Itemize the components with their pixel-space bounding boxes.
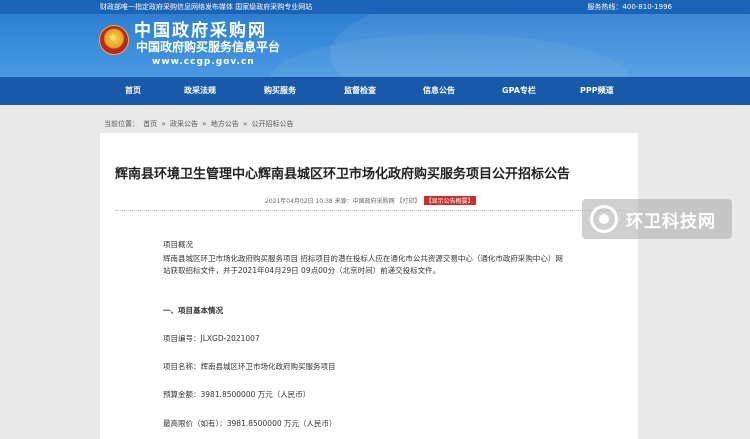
breadcrumb-separator: » — [202, 120, 207, 128]
budget-amount: 预算金额：3981.8500000 万元（人民币） — [163, 390, 311, 399]
article-meta: 2021年04月02日 10:38 来源：中国政府采购网 【打印】 【显示公告概要… — [265, 196, 476, 205]
breadcrumb-open-tender[interactable]: 公开招标公告 — [252, 120, 294, 128]
divider — [115, 210, 623, 211]
breadcrumb-label: 当前位置： — [104, 120, 139, 128]
top-info-bar: 财政部唯一指定政府采购信息网络发布媒体 国家级政府采购专业网站 服务热线：400… — [0, 0, 750, 14]
national-emblem-icon: ★ — [99, 25, 129, 55]
site-url: www.ccgp.gov.cn — [152, 57, 255, 67]
article-title: 辉南县环境卫生管理中心辉南县城区环卫市场化政府购买服务项目公开招标公告 — [115, 167, 571, 182]
breadcrumb-separator: » — [243, 120, 248, 128]
section-project-basics: 一、项目基本情况 — [163, 306, 223, 315]
nav-regulations[interactable]: 政采法规 — [184, 77, 216, 105]
site-title[interactable]: 中国政府采购网 — [134, 22, 267, 40]
nav-purchase-services[interactable]: 购买服务 — [264, 77, 296, 105]
nav-ppp[interactable]: PPP频道 — [580, 77, 614, 105]
main-nav: 首页 政采法规 购买服务 监督检查 信息公告 GPA专栏 PPP频道 — [0, 77, 750, 105]
service-hotline: 服务热线：400-810-1996 — [587, 3, 672, 11]
max-price: 最高限价（如有）：3981.8500000 万元（人民币） — [163, 419, 337, 428]
breadcrumb-separator: » — [161, 120, 166, 128]
watermark-text: 环卫科技网 — [626, 212, 716, 232]
watermark-logo-icon — [590, 205, 618, 233]
breadcrumb-home[interactable]: 首页 — [143, 120, 157, 128]
article-card: 辉南县环境卫生管理中心辉南县城区环卫市场化政府购买服务项目公开招标公告 2021… — [100, 133, 638, 439]
breadcrumb-procurement-notices[interactable]: 政采公告 — [170, 120, 198, 128]
breadcrumb-local-notices[interactable]: 地方公告 — [211, 120, 239, 128]
project-name: 项目名称：辉南县城区环卫市场化政府购买服务项目 — [163, 362, 336, 371]
top-info-left: 财政部唯一指定政府采购信息网络发布媒体 国家级政府采购专业网站 — [100, 3, 313, 11]
site-banner: ★ 中国政府采购网 中国政府购买服务信息平台 www.ccgp.gov.cn — [0, 14, 750, 77]
breadcrumb: 当前位置： 首页 » 政采公告 » 地方公告 » 公开招标公告 — [104, 119, 296, 129]
nav-gpa[interactable]: GPA专栏 — [502, 77, 536, 105]
watermark: 环卫科技网 — [582, 199, 732, 239]
site-subtitle: 中国政府购买服务信息平台 — [136, 40, 281, 54]
nav-supervision[interactable]: 监督检查 — [344, 77, 376, 105]
overview-paragraph: 辉南县城区环卫市场化政府购买服务项目 招标项目的潜在投标人应在通化市公共资源交易… — [163, 254, 563, 275]
show-summary-button[interactable]: 【显示公告概要】 — [423, 196, 476, 205]
nav-announcements[interactable]: 信息公告 — [423, 77, 455, 105]
star-icon: ★ — [108, 31, 118, 44]
overview-heading: 项目概况 — [163, 240, 193, 249]
nav-home[interactable]: 首页 — [125, 77, 141, 105]
project-number: 项目编号：JLXGD-2021007 — [163, 334, 260, 343]
article-date-source: 2021年04月02日 10:38 来源：中国政府采购网 【打印】 — [265, 198, 421, 205]
